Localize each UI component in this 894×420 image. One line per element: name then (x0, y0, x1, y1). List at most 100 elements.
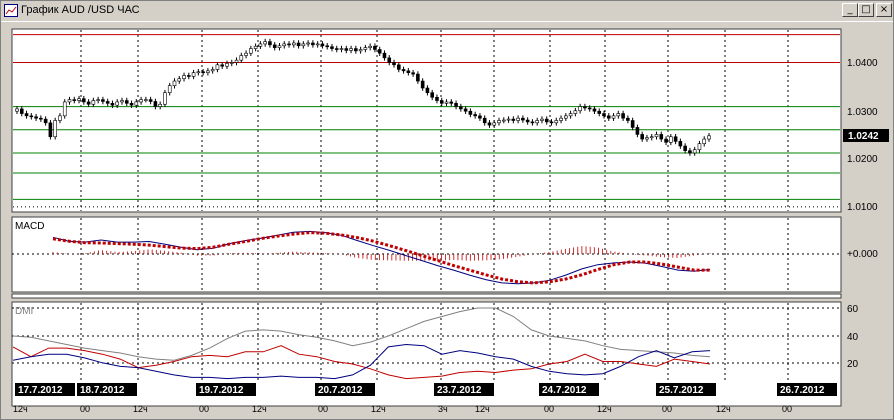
title-bar[interactable]: График AUD /USD ЧАС _ □ × (1, 1, 893, 22)
date-label-4: 23.7.2012 (434, 383, 494, 396)
date-text-2: 19.7.2012 (199, 385, 244, 396)
candle-body-125 (611, 115, 616, 119)
candle-body-126 (616, 113, 621, 117)
candle-body-94 (463, 108, 468, 112)
date-text-0: 17.7.2012 (18, 385, 63, 396)
candle-body-69 (344, 48, 349, 51)
candle-body-55 (277, 45, 282, 48)
hour-label-4: 12ч (252, 404, 267, 414)
candle-body-144 (702, 138, 707, 145)
candle-body-136 (664, 138, 668, 143)
macd-zero-label: +0.000 (847, 249, 878, 260)
restore-button[interactable]: □ (858, 3, 874, 17)
candle-body-102 (501, 119, 506, 122)
candle-body-121 (592, 108, 597, 112)
candle-body-49 (249, 48, 253, 54)
candle-body-48 (244, 52, 248, 56)
candle-body-1 (19, 108, 24, 114)
candle-body-134 (654, 134, 659, 138)
candle-body-142 (692, 149, 697, 154)
candle-body-45 (229, 62, 234, 64)
candle-body-99 (487, 122, 492, 126)
date-label-0: 17.7.2012 (15, 383, 75, 396)
candle-body-85 (420, 80, 425, 89)
price-label-1.0100: 1.0100 (847, 202, 878, 213)
candle-body-137 (669, 136, 673, 143)
candle-body-50 (253, 45, 258, 49)
candle-body-100 (492, 122, 497, 126)
candle-body-128 (626, 117, 630, 121)
candle-body-36 (187, 75, 191, 77)
candle-body-63 (315, 43, 320, 46)
candle-body-44 (225, 63, 229, 67)
candle-body-6 (43, 118, 48, 124)
candle-body-8 (53, 120, 57, 138)
candle-body-20 (110, 103, 115, 106)
candle-body-95 (468, 110, 473, 115)
candle-body-68 (339, 48, 344, 50)
hour-label-9: 00 (544, 404, 554, 414)
macd-panel: MACD +0.000 (11, 216, 878, 299)
candle-body-115 (564, 115, 568, 119)
date-label-6: 25.7.2012 (656, 383, 716, 396)
chart-area[interactable]: 1.0400 1.0300 1.0200 1.0100 1.0242 MACD … (1, 21, 893, 419)
candle-body-26 (139, 99, 143, 103)
candle-body-11 (67, 99, 72, 103)
candle-body-118 (578, 106, 582, 112)
candle-body-18 (101, 99, 105, 102)
candle-body-83 (411, 72, 415, 75)
candle-body-133 (649, 136, 654, 139)
candle-body-16 (91, 100, 96, 105)
candle-body-106 (521, 117, 525, 121)
candle-body-35 (182, 75, 186, 80)
minimize-button[interactable]: _ (842, 3, 858, 17)
candle-body-122 (597, 110, 602, 114)
candle-body-96 (473, 114, 477, 117)
candle-body-139 (678, 141, 683, 147)
panel-splitter[interactable] (11, 293, 842, 299)
candle-body-22 (120, 100, 124, 103)
candle-body-78 (387, 57, 392, 63)
candle-body-2 (24, 113, 29, 117)
candle-body-7 (48, 122, 53, 138)
candle-body-57 (287, 43, 291, 46)
candle-body-141 (688, 150, 692, 154)
hour-label-2: 12ч (133, 404, 148, 414)
candle-body-0 (15, 108, 19, 112)
chart-window: График AUD /USD ЧАС _ □ × 1.0400 1.0300 … (0, 0, 894, 420)
candle-body-53 (268, 41, 272, 46)
candle-body-76 (377, 49, 382, 54)
candle-body-86 (425, 87, 430, 93)
hour-label-3: 00 (199, 404, 209, 414)
hour-label-12: 12ч (716, 404, 731, 414)
hour-label-10: 12ч (597, 404, 612, 414)
candle-body-64 (320, 43, 325, 47)
candle-body-113 (554, 120, 559, 124)
candle-body-24 (129, 103, 134, 106)
candle-body-127 (621, 113, 625, 119)
price-panel-frame (11, 28, 842, 213)
candle-body-47 (239, 55, 244, 61)
current-price-label: 1.0242 (848, 131, 879, 142)
candle-body-82 (406, 70, 411, 73)
candle-body-101 (497, 120, 501, 124)
hour-label-8: 12ч (475, 404, 490, 414)
candle-body-51 (258, 43, 263, 47)
candle-body-80 (396, 64, 401, 70)
price-label-1.0300: 1.0300 (847, 107, 878, 118)
candle-body-10 (62, 101, 67, 117)
dmi-label-40: 40 (847, 332, 859, 343)
price-panel: 1.0400 1.0300 1.0200 1.0100 1.0242 (11, 28, 889, 213)
candle-body-91 (449, 101, 454, 104)
candle-body-105 (516, 117, 520, 121)
price-axis: 1.0400 1.0300 1.0200 1.0100 1.0242 (843, 58, 889, 213)
candle-body-42 (215, 64, 220, 70)
candle-body-61 (306, 42, 310, 45)
candle-body-58 (291, 42, 296, 46)
candle-body-87 (430, 92, 435, 98)
candle-body-114 (559, 117, 563, 121)
close-button[interactable]: × (876, 3, 892, 17)
date-text-3: 20.7.2012 (318, 385, 363, 396)
candle-body-4 (34, 116, 38, 119)
candle-body-54 (272, 44, 277, 48)
